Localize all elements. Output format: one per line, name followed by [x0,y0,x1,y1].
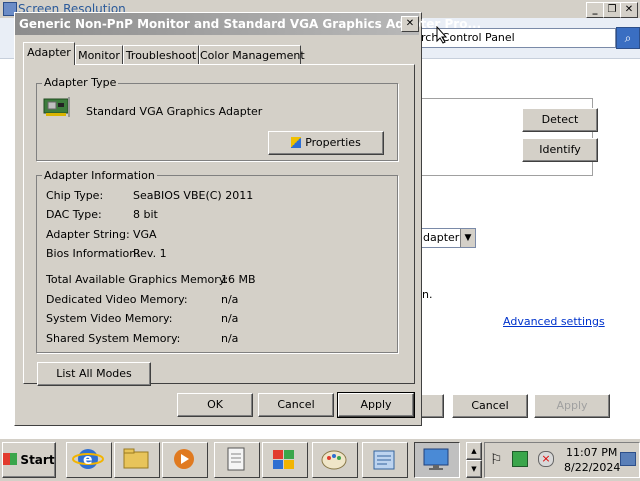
detect-button[interactable]: Detect [522,108,598,132]
dac-type-value: 8 bit [133,208,158,221]
system-memory-label: System Video Memory: [46,312,173,325]
adapter-string-value: VGA [133,228,157,241]
bios-info-label: Bios Information: [46,247,140,260]
minimize-button[interactable]: _ [586,2,604,18]
adapter-type-legend: Adapter Type [42,76,119,89]
close-button[interactable]: ✕ [620,2,638,18]
chip-type-label: Chip Type: [46,189,104,202]
display-dropdown[interactable]: dapter ▼ [420,228,476,248]
identify-button[interactable]: Identify [522,138,598,162]
shared-memory-label: Shared System Memory: [46,332,181,345]
tab-troubleshoot[interactable]: Troubleshoot [123,45,199,65]
clock-date[interactable]: 8/22/2024 [564,461,620,474]
background-cancel-button[interactable]: Cancel [452,394,528,418]
system-memory-value: n/a [221,312,239,325]
advanced-settings-link[interactable]: Advanced settings [503,315,605,328]
scroll-down-icon[interactable]: ▼ [466,460,482,478]
maximize-button[interactable]: ❐ [603,2,621,18]
list-all-modes-button[interactable]: List All Modes [37,362,151,386]
cancel-button[interactable]: Cancel [258,393,334,417]
properties-label: Properties [305,136,361,149]
display-settings-taskbar-icon[interactable] [414,442,460,478]
volume-muted-icon[interactable]: × [538,451,554,467]
chip-type-value: SeaBIOS VBE(C) 2011 [133,189,254,202]
media-player-icon[interactable] [162,442,208,478]
bios-info-value: Rev. 1 [133,247,167,260]
shared-memory-value: n/a [221,332,239,345]
adapter-string-label: Adapter String: [46,228,130,241]
chevron-down-icon[interactable]: ▼ [460,229,475,247]
network-icon[interactable] [512,451,528,467]
dialog-close-button[interactable]: ✕ [401,16,419,32]
tab-adapter[interactable]: Adapter [23,42,75,65]
scroll-up-icon[interactable]: ▲ [466,442,482,460]
control-panel-icon[interactable] [262,442,308,478]
background-ok-button[interactable] [420,394,444,418]
internet-explorer-icon[interactable]: e [66,442,112,478]
adapter-properties-dialog: Generic Non-PnP Monitor and Standard VGA… [14,12,481,426]
clock-time[interactable]: 11:07 PM [566,446,617,459]
search-icon[interactable]: ⌕ [616,27,640,49]
svg-text:e: e [83,452,93,468]
adapter-tab-panel: Adapter Type Standard VGA Graphics Adapt… [23,64,415,386]
ok-button[interactable]: OK [177,393,253,417]
background-partial-text: n. [422,288,433,301]
start-label: Start [20,453,55,467]
display-dropdown-value: dapter [423,231,460,244]
background-apply-button[interactable]: Apply [534,394,610,418]
windows-logo-icon [3,453,18,465]
total-memory-label: Total Available Graphics Memory: [46,273,229,286]
tab-monitor[interactable]: Monitor [75,45,123,65]
dac-type-label: DAC Type: [46,208,102,221]
dialog-titlebar: Generic Non-PnP Monitor and Standard VGA… [15,13,481,35]
paint-icon[interactable] [312,442,358,478]
flag-icon[interactable]: ⚐ [490,452,503,468]
show-desktop-icon[interactable] [620,452,636,466]
tab-color-management[interactable]: Color Management [199,45,305,65]
dedicated-memory-label: Dedicated Video Memory: [46,293,188,306]
properties-button[interactable]: Properties [268,131,384,155]
total-memory-value: 16 MB [221,273,256,286]
apply-button[interactable]: Apply [337,392,415,418]
notepad-icon[interactable] [214,442,260,478]
address-bar[interactable]: rch Control Panel [420,28,616,48]
explorer-folder-icon[interactable] [114,442,160,478]
adapter-name: Standard VGA Graphics Adapter [86,105,263,118]
graphics-card-icon [42,95,72,121]
adapter-info-legend: Adapter Information [42,169,157,182]
dedicated-memory-value: n/a [221,293,239,306]
shield-icon [291,137,302,148]
wordpad-icon[interactable] [362,442,408,478]
start-button[interactable]: Start [2,442,56,478]
mouse-cursor-icon [436,25,448,44]
